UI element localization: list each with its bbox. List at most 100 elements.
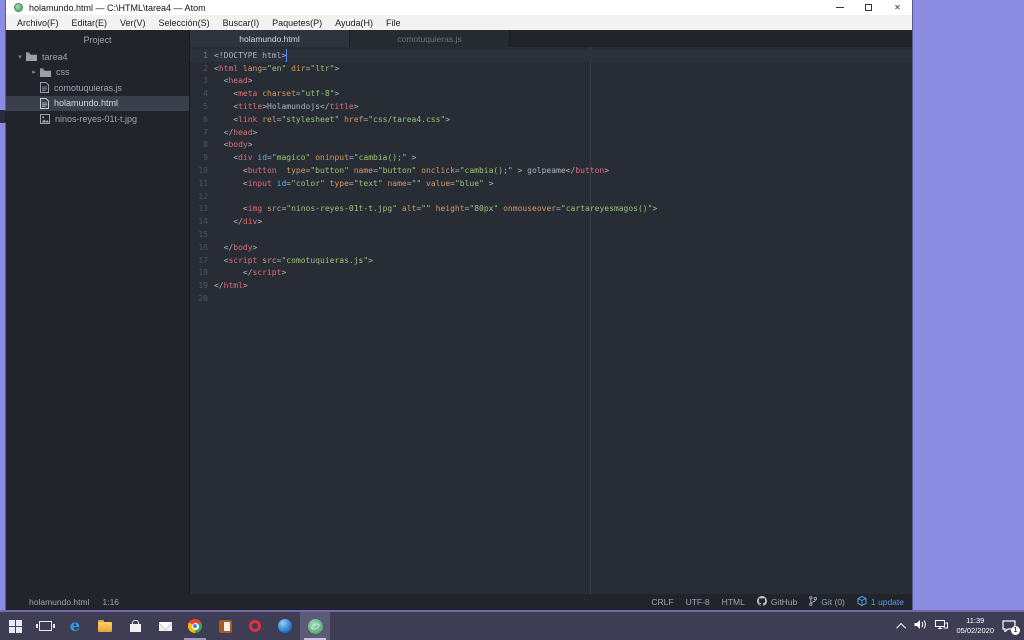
- line-number: 9: [203, 153, 208, 163]
- tab-holamundo-html[interactable]: holamundo.html: [190, 30, 350, 47]
- menu-item[interactable]: Ayuda(H): [335, 18, 373, 28]
- code-text: <button type="button" name="button" oncl…: [214, 166, 610, 176]
- code-line[interactable]: 2 <html lang="en" dir="ltr">: [190, 62, 912, 75]
- line-number: 5: [203, 102, 208, 112]
- code-line[interactable]: 4 <meta charset="utf-8">: [190, 87, 912, 100]
- code-text: <body>: [214, 140, 253, 150]
- network-icon[interactable]: [935, 617, 949, 635]
- code-line[interactable]: 17 <script src="comotuquieras.js">: [190, 254, 912, 267]
- office-document-button[interactable]: [210, 612, 240, 640]
- opera-icon: [249, 620, 261, 632]
- tree-item-label: tarea4: [42, 51, 68, 62]
- line-number: 1: [203, 50, 208, 60]
- menu-item[interactable]: Editar(E): [72, 18, 108, 28]
- line-number: 20: [198, 294, 208, 304]
- tray-date: 05/02/2020: [956, 626, 994, 635]
- git-branch-icon: [809, 596, 818, 608]
- code-line[interactable]: 12: [190, 190, 912, 203]
- line-number: 2: [203, 63, 208, 73]
- update-status[interactable]: 1 update: [857, 595, 904, 608]
- menu-item[interactable]: Ver(V): [120, 18, 146, 28]
- menu-item[interactable]: Buscar(I): [223, 18, 260, 28]
- code-line[interactable]: 10 <button type="button" name="button" o…: [190, 164, 912, 177]
- opera-button[interactable]: [240, 612, 270, 640]
- update-label: 1 update: [870, 597, 904, 607]
- code-text: <title>Holamundojs</title>: [214, 102, 359, 112]
- task-view-button[interactable]: [30, 612, 60, 640]
- code-editor[interactable]: 1 <!DOCTYPE html> 2 <html lang="en" dir="lt…: [190, 47, 912, 594]
- code-text: <input id="color" type="text" name="" va…: [214, 178, 494, 188]
- tree-item-tarea4[interactable]: ▾ tarea4: [6, 49, 189, 65]
- code-line[interactable]: 8 <body>: [190, 139, 912, 152]
- line-number: 14: [198, 217, 208, 227]
- tab-comotuquieras-js[interactable]: comotuquieras.js: [350, 30, 510, 47]
- code-line[interactable]: 9 <div id="magico" oninput="cambia();" >: [190, 151, 912, 164]
- code-line[interactable]: 1 <!DOCTYPE html>: [190, 49, 912, 62]
- atom-taskbar-button[interactable]: [300, 612, 330, 640]
- code-text: <script src="comotuquieras.js">: [214, 255, 373, 265]
- menu-item[interactable]: Archivo(F): [17, 18, 59, 28]
- line-number: 7: [203, 127, 208, 137]
- chevron-down-icon[interactable]: ▾: [16, 53, 24, 61]
- line-number: 12: [198, 191, 208, 201]
- tree-item-ninos-reyes-jpg[interactable]: ninos-reyes-01t-t.jpg: [6, 111, 189, 127]
- menu-item[interactable]: Paquetes(P): [272, 18, 322, 28]
- maximize-button[interactable]: [854, 0, 883, 15]
- close-icon: ✕: [894, 2, 901, 12]
- tray-time: 11:39: [966, 616, 985, 626]
- title-bar[interactable]: holamundo.html — C:\HTML\tarea4 — Atom ✕: [6, 0, 912, 15]
- status-encoding[interactable]: UTF-8: [686, 597, 710, 607]
- git-status[interactable]: Git (0): [809, 596, 845, 608]
- code-line[interactable]: 7 </head>: [190, 126, 912, 139]
- code-line[interactable]: 3 <head>: [190, 75, 912, 88]
- minimize-icon: [835, 7, 844, 8]
- store-button[interactable]: [120, 612, 150, 640]
- atom-window: holamundo.html — C:\HTML\tarea4 — Atom ✕…: [5, 0, 913, 610]
- chrome-button[interactable]: [180, 612, 210, 640]
- edge-button[interactable]: e: [60, 612, 90, 640]
- minimize-button[interactable]: [825, 0, 854, 15]
- line-number: 13: [198, 204, 208, 214]
- code-text: <meta charset="utf-8">: [214, 89, 340, 99]
- code-line[interactable]: 20: [190, 292, 912, 305]
- close-button[interactable]: ✕: [883, 0, 912, 15]
- volume-icon[interactable]: [914, 617, 927, 635]
- code-text: </script>: [214, 268, 287, 278]
- code-line[interactable]: 15: [190, 228, 912, 241]
- store-bag-icon: [129, 619, 141, 632]
- mail-button[interactable]: [150, 612, 180, 640]
- code-text: <html lang="en" dir="ltr">: [214, 63, 340, 73]
- tray-chevron-up-icon[interactable]: [896, 622, 907, 633]
- code-text: <img src="ninos-reyes-01t-t.jpg" alt="" …: [214, 204, 658, 214]
- status-grammar[interactable]: HTML: [722, 597, 745, 607]
- github-status[interactable]: GitHub: [756, 596, 797, 608]
- chevron-right-icon[interactable]: ▸: [30, 68, 38, 76]
- blue-sphere-app-button[interactable]: [270, 612, 300, 640]
- code-line[interactable]: 19 </html>: [190, 279, 912, 292]
- tab-label: holamundo.html: [239, 33, 300, 44]
- menu-item[interactable]: Selección(S): [159, 18, 210, 28]
- code-line[interactable]: 5 <title>Holamundojs</title>: [190, 100, 912, 113]
- status-line-ending[interactable]: CRLF: [651, 597, 673, 607]
- file-explorer-button[interactable]: [90, 612, 120, 640]
- tree-item-css[interactable]: ▸ css: [6, 65, 189, 81]
- tree-item-holamundo-html[interactable]: holamundo.html: [6, 95, 189, 111]
- atom-app-icon: [14, 3, 23, 12]
- start-button[interactable]: [0, 612, 30, 640]
- tree-item-comotuquieras-js[interactable]: comotuquieras.js: [6, 80, 189, 96]
- taskbar: e 11:39 05/02/2020 1: [0, 610, 1024, 640]
- menu-item[interactable]: File: [386, 18, 401, 28]
- code-line[interactable]: 18 </script>: [190, 267, 912, 280]
- code-line[interactable]: 14 </div>: [190, 215, 912, 228]
- code-line[interactable]: 6 <link rel="stylesheet" href="css/tarea…: [190, 113, 912, 126]
- status-file-name[interactable]: holamundo.html: [29, 597, 89, 607]
- code-line[interactable]: 16 </body>: [190, 241, 912, 254]
- tree-item-label: holamundo.html: [54, 98, 119, 109]
- action-center-button[interactable]: 1: [1002, 620, 1020, 635]
- code-line[interactable]: 11 <input id="color" type="text" name=""…: [190, 177, 912, 190]
- status-cursor-position[interactable]: 1:16: [102, 597, 119, 607]
- project-tree-panel: Project ▾ tarea4 ▸ css comotuquieras.js …: [6, 30, 190, 594]
- windows-logo-icon: [8, 619, 22, 633]
- clock[interactable]: 11:39 05/02/2020: [956, 616, 994, 636]
- code-line[interactable]: 13 <img src="ninos-reyes-01t-t.jpg" alt=…: [190, 203, 912, 216]
